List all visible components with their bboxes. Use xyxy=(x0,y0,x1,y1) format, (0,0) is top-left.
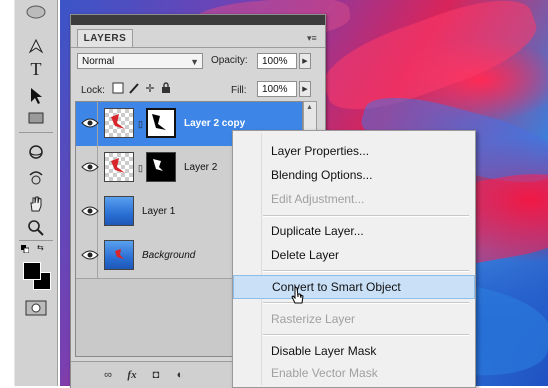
menu-item-convert-to-smart-object[interactable]: Convert to Smart Object xyxy=(233,275,475,299)
link-layers-icon[interactable]: ∞ xyxy=(99,367,117,383)
eye-icon[interactable] xyxy=(81,205,99,217)
fill-label: Fill: xyxy=(231,85,247,96)
tab-divider xyxy=(71,47,325,48)
menu-item-enable-vector-mask[interactable]: Enable Vector Mask xyxy=(233,361,475,385)
layer-thumbnail[interactable] xyxy=(104,152,134,182)
menu-item-disable-layer-mask[interactable]: Disable Layer Mask xyxy=(233,339,475,363)
swap-colors-icon[interactable]: ⇆ xyxy=(37,244,47,252)
eye-icon[interactable] xyxy=(81,117,99,129)
layer-thumbnail[interactable] xyxy=(104,108,134,138)
opacity-label: Opacity: xyxy=(211,55,248,66)
add-mask-icon[interactable]: ◘ xyxy=(147,367,165,383)
hand-tool-icon[interactable] xyxy=(21,192,51,214)
fx-icon[interactable]: fx xyxy=(123,367,141,383)
visibility-cell[interactable] xyxy=(77,190,99,234)
path-selection-icon[interactable] xyxy=(21,84,51,106)
layer-name[interactable]: Layer 1 xyxy=(142,206,175,218)
opacity-stepper[interactable]: ▶ xyxy=(299,53,311,69)
zoom-tool-icon[interactable] xyxy=(21,216,51,238)
layer-name[interactable]: Layer 2 copy xyxy=(184,118,245,130)
mask-link-icon[interactable]: ▯ xyxy=(138,119,144,129)
scroll-up-icon[interactable]: ▲ xyxy=(306,104,314,112)
menu-separator xyxy=(263,215,469,217)
mask-link-icon[interactable]: ▯ xyxy=(138,163,144,173)
panel-menu-icon[interactable]: ▾≡ xyxy=(307,33,319,43)
layer-mask-thumbnail[interactable] xyxy=(146,108,176,138)
foreground-color-swatch[interactable] xyxy=(23,262,41,280)
menu-item-blending-options[interactable]: Blending Options... xyxy=(233,163,475,187)
blend-mode-select[interactable]: Normal ▼ xyxy=(77,53,203,69)
layer-name[interactable]: Layer 2 xyxy=(184,162,217,174)
layer-context-menu: Layer Properties... Blending Options... … xyxy=(232,130,476,388)
layer-thumbnail[interactable] xyxy=(104,240,134,270)
type-tool-icon[interactable]: T xyxy=(21,58,51,80)
lock-position-icon[interactable]: ✛ xyxy=(143,82,157,96)
eraser-tool-icon[interactable] xyxy=(21,2,51,24)
default-colors-icon[interactable] xyxy=(21,244,30,254)
lock-transparency-icon[interactable] xyxy=(111,82,125,96)
eye-icon[interactable] xyxy=(81,161,99,173)
fill-field[interactable]: 100% xyxy=(257,81,297,97)
visibility-cell[interactable] xyxy=(77,234,99,278)
lock-all-icon[interactable] xyxy=(159,82,173,96)
quick-mask-icon[interactable] xyxy=(25,300,47,316)
blend-mode-value: Normal xyxy=(82,56,115,67)
menu-separator xyxy=(263,334,469,336)
menu-item-rasterize-layer[interactable]: Rasterize Layer xyxy=(233,307,475,331)
tools-panel: T ⇆ xyxy=(14,0,58,386)
tab-layers[interactable]: LAYERS xyxy=(77,29,133,48)
visibility-cell[interactable] xyxy=(77,102,99,146)
rectangle-shape-icon[interactable] xyxy=(21,108,51,130)
layer-mask-thumbnail[interactable] xyxy=(146,152,176,182)
3d-rotate-icon[interactable] xyxy=(21,140,51,162)
menu-item-layer-properties[interactable]: Layer Properties... xyxy=(233,139,475,163)
menu-item-delete-layer[interactable]: Delete Layer xyxy=(233,243,475,267)
adjustment-layer-icon[interactable]: ◐ xyxy=(171,367,189,383)
fill-stepper[interactable]: ▶ xyxy=(299,81,311,97)
3d-orbit-icon[interactable] xyxy=(21,166,51,188)
tool-divider xyxy=(19,240,53,241)
layer-thumbnail[interactable] xyxy=(104,196,134,226)
pen-tool-icon[interactable] xyxy=(21,34,51,56)
chevron-down-icon: ▼ xyxy=(190,57,199,67)
layer-name[interactable]: Background xyxy=(142,250,195,262)
menu-item-duplicate-layer[interactable]: Duplicate Layer... xyxy=(233,219,475,243)
tool-divider xyxy=(19,132,53,133)
opacity-field[interactable]: 100% xyxy=(257,53,297,69)
lock-label: Lock: xyxy=(81,85,105,96)
visibility-cell[interactable] xyxy=(77,146,99,190)
lock-image-icon[interactable] xyxy=(127,82,141,96)
menu-separator xyxy=(263,270,469,272)
panel-title-bar[interactable] xyxy=(71,15,325,25)
eye-icon[interactable] xyxy=(81,249,99,261)
mouse-cursor-icon xyxy=(291,286,304,304)
menu-item-edit-adjustment[interactable]: Edit Adjustment... xyxy=(233,187,475,211)
